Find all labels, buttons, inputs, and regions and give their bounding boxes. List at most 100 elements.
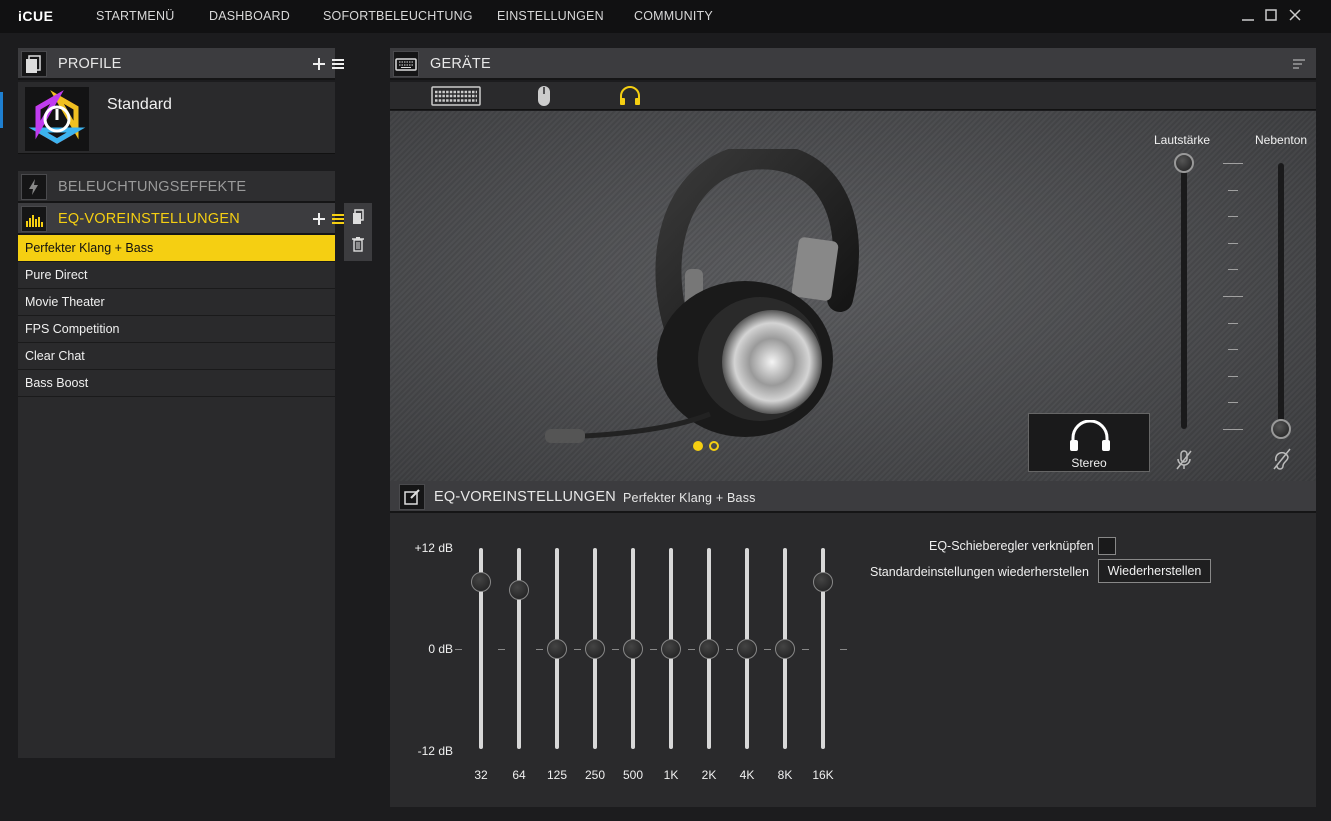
link-sliders-label: EQ-Schieberegler verknüpfen (929, 539, 1094, 553)
scale-tick (1228, 269, 1238, 271)
eq-frequency-label: 2K (701, 768, 717, 782)
preset-item[interactable]: FPS Competition (18, 316, 335, 343)
scale-tick (1223, 296, 1243, 297)
profiles-menu-icon[interactable] (331, 57, 345, 71)
volume-slider-track[interactable] (1181, 163, 1187, 429)
profiles-header: PROFILE (18, 48, 344, 80)
eq-frequency-label: 250 (584, 768, 606, 782)
profiles-icon (21, 51, 47, 77)
nav-dashboard[interactable]: DASHBOARD (209, 9, 290, 23)
stereo-label: Stereo (1071, 456, 1107, 470)
db-max-label: +12 dB (414, 541, 453, 555)
eq-slider-knob[interactable] (585, 639, 605, 659)
reset-button[interactable]: Wiederherstellen (1098, 559, 1211, 583)
eq-slider-knob[interactable] (737, 639, 757, 659)
active-indicator (0, 92, 3, 128)
eq-slider-knob[interactable] (699, 639, 719, 659)
mic-muted-icon[interactable] (1175, 449, 1193, 471)
devices-title: GERÄTE (430, 56, 491, 72)
zero-marker (650, 649, 657, 650)
devices-menu-icon[interactable] (1292, 58, 1306, 70)
zero-marker (612, 649, 619, 650)
scale-tick (1228, 322, 1238, 324)
scale-tick (1228, 242, 1238, 244)
eq-frequency-label: 16K (812, 768, 834, 782)
eq-slider-knob[interactable] (547, 639, 567, 659)
keyboard-icon[interactable] (430, 84, 482, 108)
presets-menu-icon[interactable] (331, 212, 345, 226)
nav-community[interactable]: COMMUNITY (634, 9, 713, 23)
reset-defaults-label: Standardeinstellungen wiederherstellen (870, 565, 1089, 579)
db-min-label: -12 dB (417, 744, 453, 758)
eq-frequency-label: 32 (474, 768, 488, 782)
scale-tick (1228, 402, 1238, 404)
profiles-title: PROFILE (58, 56, 122, 72)
lighting-effects-title: BELEUCHTUNGSEFFEKTE (58, 179, 247, 195)
eq-frequency-label: 8K (777, 768, 793, 782)
volume-label: Lautstärke (1154, 133, 1211, 147)
scale-tick (1228, 375, 1238, 377)
eq-frequency-label: 4K (739, 768, 755, 782)
scale-tick (1228, 216, 1238, 218)
eq-slider-knob[interactable] (661, 639, 681, 659)
pager-dot[interactable] (709, 441, 719, 451)
eq-preset-name: Perfekter Klang + Bass (623, 491, 756, 505)
copy-icon[interactable] (351, 209, 365, 225)
headset-icon[interactable] (618, 84, 642, 108)
preset-item[interactable]: Bass Boost (18, 370, 335, 397)
minimize-icon[interactable] (1239, 6, 1257, 24)
eq-panel (390, 513, 1316, 807)
sidetone-muted-icon[interactable] (1272, 447, 1292, 471)
eq-presets-title: EQ-VOREINSTELLUNGEN (58, 211, 240, 227)
preset-item[interactable]: Perfekter Klang + Bass (18, 235, 335, 262)
add-preset-icon[interactable] (312, 212, 326, 226)
eq-frequency-label: 1K (663, 768, 679, 782)
sidetone-slider-knob[interactable] (1271, 419, 1291, 439)
lighting-effects-header[interactable]: BELEUCHTUNGSEFFEKTE (18, 171, 335, 203)
equalizer-icon (21, 206, 47, 232)
devices-header: GERÄTE (390, 48, 1316, 80)
eq-slider-knob[interactable] (813, 572, 833, 592)
zero-marker (764, 649, 771, 650)
zero-marker (726, 649, 733, 650)
device-preview: Stereo Lautstärke Nebenton (390, 111, 1316, 481)
delete-icon[interactable] (351, 236, 365, 252)
sidetone-slider-track[interactable] (1278, 163, 1284, 429)
nav-startmenu[interactable]: STARTMENÜ (96, 9, 174, 23)
eq-title: EQ-VOREINSTELLUNGEN (434, 489, 616, 505)
sidetone-label: Nebenton (1255, 133, 1308, 147)
scale-tick (1228, 349, 1238, 351)
preset-item[interactable]: Pure Direct (18, 262, 335, 289)
zero-marker (455, 649, 462, 650)
device-tabs (390, 82, 1316, 110)
eq-slider-knob[interactable] (623, 639, 643, 659)
nav-instant-lighting[interactable]: SOFORTBELEUCHTUNG (323, 9, 473, 23)
add-profile-icon[interactable] (312, 57, 326, 71)
zero-marker (536, 649, 543, 650)
link-sliders-checkbox[interactable] (1098, 537, 1116, 555)
eq-slider-knob[interactable] (775, 639, 795, 659)
preset-item[interactable]: Clear Chat (18, 343, 335, 370)
mouse-icon[interactable] (536, 84, 552, 108)
stereo-mode-button[interactable]: Stereo (1028, 413, 1150, 472)
eq-frequency-label: 64 (512, 768, 526, 782)
scale-tick (1223, 163, 1243, 164)
headset-image (545, 149, 859, 443)
nav-settings[interactable]: EINSTELLUNGEN (497, 9, 604, 23)
volume-slider-knob[interactable] (1174, 153, 1194, 173)
profile-logo-icon (25, 87, 89, 151)
preset-item[interactable]: Movie Theater (18, 289, 335, 316)
maximize-icon[interactable] (1262, 6, 1280, 24)
close-icon[interactable] (1286, 6, 1304, 24)
scale-tick (1228, 189, 1238, 191)
eq-frequency-label: 500 (622, 768, 644, 782)
pager-dot-active[interactable] (693, 441, 703, 451)
scale-tick (1223, 429, 1243, 430)
eq-slider-track[interactable] (517, 548, 521, 749)
eq-header: EQ-VOREINSTELLUNGEN Perfekter Klang + Ba… (390, 481, 1316, 513)
edit-icon[interactable] (399, 484, 425, 510)
profile-card[interactable]: Standard (18, 82, 335, 154)
eq-slider-knob[interactable] (471, 572, 491, 592)
zero-marker (574, 649, 581, 650)
zero-marker (498, 649, 505, 650)
